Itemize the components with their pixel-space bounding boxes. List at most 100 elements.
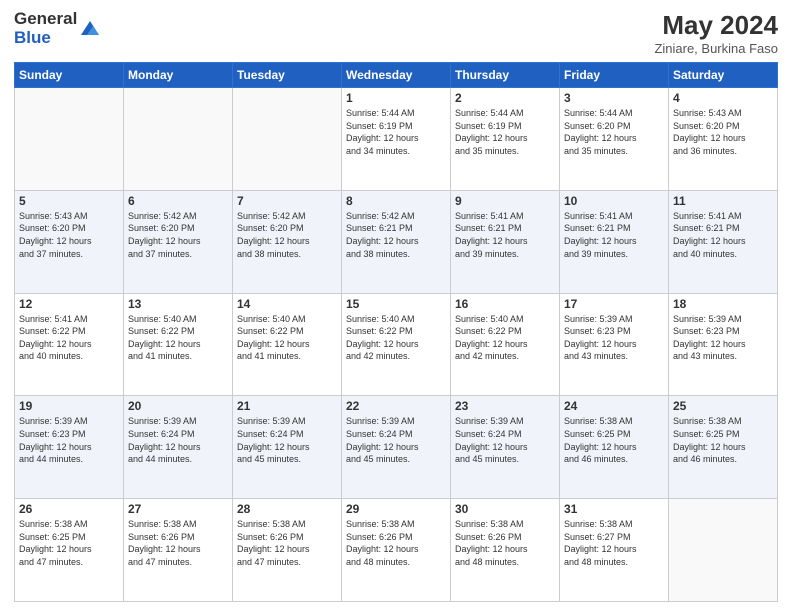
day-number: 27 (128, 502, 228, 516)
table-row: 19 Sunrise: 5:39 AM Sunset: 6:23 PM Dayli… (15, 396, 124, 499)
col-tuesday: Tuesday (233, 63, 342, 88)
calendar-week-row: 26 Sunrise: 5:38 AM Sunset: 6:25 PM Dayli… (15, 499, 778, 602)
day-number: 24 (564, 399, 664, 413)
day-number: 2 (455, 91, 555, 105)
day-info: Sunrise: 5:39 AM Sunset: 6:24 PM Dayligh… (237, 415, 337, 465)
day-number: 26 (19, 502, 119, 516)
day-number: 20 (128, 399, 228, 413)
month-year: May 2024 (654, 10, 778, 41)
day-number: 25 (673, 399, 773, 413)
table-row: 4 Sunrise: 5:43 AM Sunset: 6:20 PM Daylig… (669, 88, 778, 191)
table-row: 30 Sunrise: 5:38 AM Sunset: 6:26 PM Dayli… (451, 499, 560, 602)
day-info: Sunrise: 5:38 AM Sunset: 6:26 PM Dayligh… (128, 518, 228, 568)
day-info: Sunrise: 5:39 AM Sunset: 6:23 PM Dayligh… (564, 313, 664, 363)
day-info: Sunrise: 5:38 AM Sunset: 6:26 PM Dayligh… (455, 518, 555, 568)
table-row: 2 Sunrise: 5:44 AM Sunset: 6:19 PM Daylig… (451, 88, 560, 191)
day-number: 3 (564, 91, 664, 105)
day-number: 12 (19, 297, 119, 311)
day-info: Sunrise: 5:44 AM Sunset: 6:20 PM Dayligh… (564, 107, 664, 157)
table-row: 10Sunrise: 5:41 AM Sunset: 6:21 PM Dayli… (560, 190, 669, 293)
table-row: 25Sunrise: 5:38 AM Sunset: 6:25 PM Dayli… (669, 396, 778, 499)
day-number: 16 (455, 297, 555, 311)
logo: General Blue (14, 10, 101, 47)
table-row: 17 Sunrise: 5:39 AM Sunset: 6:23 PM Dayli… (560, 293, 669, 396)
day-number: 15 (346, 297, 446, 311)
calendar-week-row: 1 Sunrise: 5:44 AM Sunset: 6:19 PM Daylig… (15, 88, 778, 191)
day-number: 28 (237, 502, 337, 516)
day-info: Sunrise: 5:38 AM Sunset: 6:26 PM Dayligh… (346, 518, 446, 568)
location: Ziniare, Burkina Faso (654, 41, 778, 56)
day-number: 18 (673, 297, 773, 311)
day-info: Sunrise: 5:43 AM Sunset: 6:20 PM Dayligh… (673, 107, 773, 157)
day-number: 19 (19, 399, 119, 413)
page: General Blue May 2024 Ziniare, Burkina F… (0, 0, 792, 612)
table-row: 5 Sunrise: 5:43 AM Sunset: 6:20 PM Daylig… (15, 190, 124, 293)
table-row (15, 88, 124, 191)
col-saturday: Saturday (669, 63, 778, 88)
day-number: 9 (455, 194, 555, 208)
day-number: 17 (564, 297, 664, 311)
table-row: 23 Sunrise: 5:39 AM Sunset: 6:24 PM Dayli… (451, 396, 560, 499)
calendar-table: Sunday Monday Tuesday Wednesday Thursday… (14, 62, 778, 602)
day-info: Sunrise: 5:42 AM Sunset: 6:21 PM Dayligh… (346, 210, 446, 260)
day-number: 1 (346, 91, 446, 105)
day-info: Sunrise: 5:39 AM Sunset: 6:23 PM Dayligh… (673, 313, 773, 363)
table-row: 15 Sunrise: 5:40 AM Sunset: 6:22 PM Dayli… (342, 293, 451, 396)
calendar-week-row: 5 Sunrise: 5:43 AM Sunset: 6:20 PM Daylig… (15, 190, 778, 293)
day-number: 4 (673, 91, 773, 105)
day-number: 22 (346, 399, 446, 413)
day-number: 23 (455, 399, 555, 413)
day-number: 29 (346, 502, 446, 516)
table-row (124, 88, 233, 191)
col-thursday: Thursday (451, 63, 560, 88)
header: General Blue May 2024 Ziniare, Burkina F… (14, 10, 778, 56)
table-row: 28 Sunrise: 5:38 AM Sunset: 6:26 PM Dayli… (233, 499, 342, 602)
day-info: Sunrise: 5:40 AM Sunset: 6:22 PM Dayligh… (346, 313, 446, 363)
day-info: Sunrise: 5:38 AM Sunset: 6:25 PM Dayligh… (564, 415, 664, 465)
day-info: Sunrise: 5:43 AM Sunset: 6:20 PM Dayligh… (19, 210, 119, 260)
day-number: 5 (19, 194, 119, 208)
table-row: 22 Sunrise: 5:39 AM Sunset: 6:24 PM Dayli… (342, 396, 451, 499)
table-row: 8Sunrise: 5:42 AM Sunset: 6:21 PM Daylig… (342, 190, 451, 293)
day-info: Sunrise: 5:38 AM Sunset: 6:26 PM Dayligh… (237, 518, 337, 568)
day-number: 10 (564, 194, 664, 208)
table-row: 27 Sunrise: 5:38 AM Sunset: 6:26 PM Dayli… (124, 499, 233, 602)
day-number: 21 (237, 399, 337, 413)
day-info: Sunrise: 5:39 AM Sunset: 6:24 PM Dayligh… (346, 415, 446, 465)
day-info: Sunrise: 5:40 AM Sunset: 6:22 PM Dayligh… (455, 313, 555, 363)
table-row: 9 Sunrise: 5:41 AM Sunset: 6:21 PM Daylig… (451, 190, 560, 293)
day-info: Sunrise: 5:44 AM Sunset: 6:19 PM Dayligh… (455, 107, 555, 157)
day-number: 31 (564, 502, 664, 516)
day-number: 6 (128, 194, 228, 208)
table-row: 6 Sunrise: 5:42 AM Sunset: 6:20 PM Daylig… (124, 190, 233, 293)
day-info: Sunrise: 5:40 AM Sunset: 6:22 PM Dayligh… (237, 313, 337, 363)
table-row: 7 Sunrise: 5:42 AM Sunset: 6:20 PM Daylig… (233, 190, 342, 293)
day-info: Sunrise: 5:41 AM Sunset: 6:21 PM Dayligh… (455, 210, 555, 260)
table-row: 16 Sunrise: 5:40 AM Sunset: 6:22 PM Dayli… (451, 293, 560, 396)
day-info: Sunrise: 5:42 AM Sunset: 6:20 PM Dayligh… (237, 210, 337, 260)
calendar-week-row: 12 Sunrise: 5:41 AM Sunset: 6:22 PM Dayli… (15, 293, 778, 396)
logo-text: General Blue (14, 10, 77, 47)
day-number: 30 (455, 502, 555, 516)
logo-blue: Blue (14, 29, 77, 48)
col-monday: Monday (124, 63, 233, 88)
day-info: Sunrise: 5:38 AM Sunset: 6:27 PM Dayligh… (564, 518, 664, 568)
title-block: May 2024 Ziniare, Burkina Faso (654, 10, 778, 56)
day-info: Sunrise: 5:39 AM Sunset: 6:23 PM Dayligh… (19, 415, 119, 465)
day-info: Sunrise: 5:38 AM Sunset: 6:25 PM Dayligh… (19, 518, 119, 568)
day-number: 7 (237, 194, 337, 208)
day-info: Sunrise: 5:41 AM Sunset: 6:21 PM Dayligh… (673, 210, 773, 260)
table-row: 26 Sunrise: 5:38 AM Sunset: 6:25 PM Dayli… (15, 499, 124, 602)
day-info: Sunrise: 5:40 AM Sunset: 6:22 PM Dayligh… (128, 313, 228, 363)
table-row: 12 Sunrise: 5:41 AM Sunset: 6:22 PM Dayli… (15, 293, 124, 396)
day-number: 14 (237, 297, 337, 311)
table-row: 24 Sunrise: 5:38 AM Sunset: 6:25 PM Dayli… (560, 396, 669, 499)
day-info: Sunrise: 5:41 AM Sunset: 6:22 PM Dayligh… (19, 313, 119, 363)
day-number: 13 (128, 297, 228, 311)
day-info: Sunrise: 5:39 AM Sunset: 6:24 PM Dayligh… (455, 415, 555, 465)
day-info: Sunrise: 5:42 AM Sunset: 6:20 PM Dayligh… (128, 210, 228, 260)
logo-general: General (14, 10, 77, 29)
table-row: 18 Sunrise: 5:39 AM Sunset: 6:23 PM Dayli… (669, 293, 778, 396)
table-row: 1Sunrise: 5:44 AM Sunset: 6:19 PM Daylig… (342, 88, 451, 191)
table-row: 13 Sunrise: 5:40 AM Sunset: 6:22 PM Dayli… (124, 293, 233, 396)
